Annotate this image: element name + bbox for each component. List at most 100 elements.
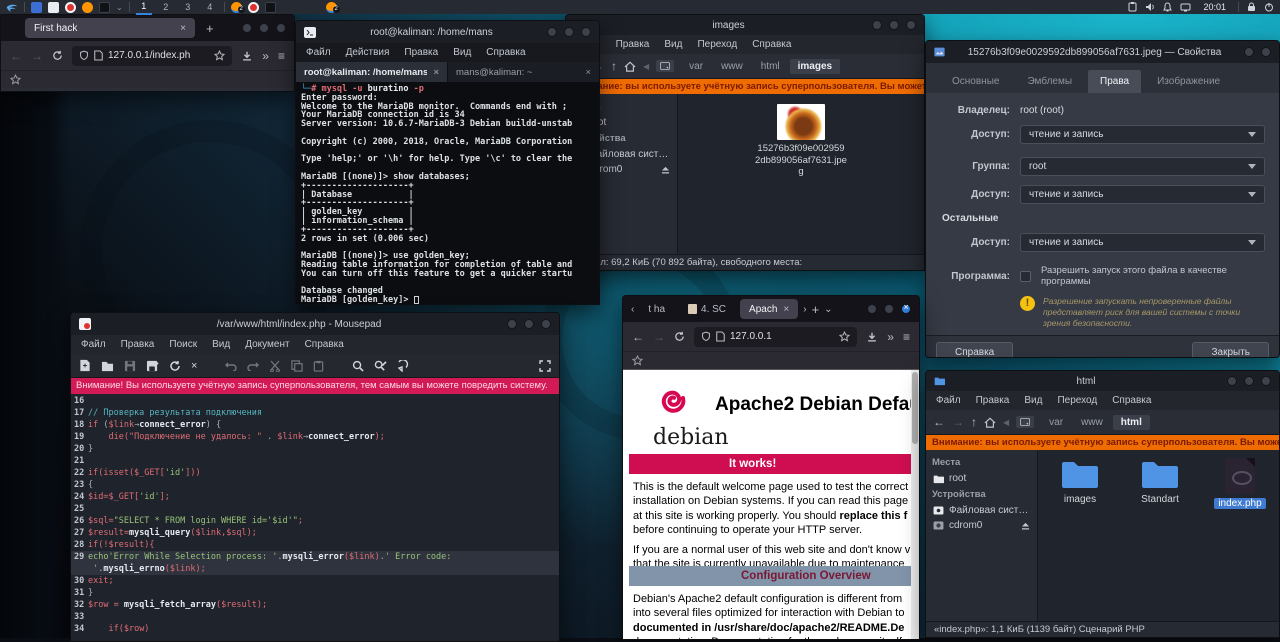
tab-close-icon[interactable]: × xyxy=(433,67,439,78)
extensions-overflow-icon[interactable]: » xyxy=(262,49,269,63)
minimize-button[interactable] xyxy=(867,304,877,314)
workspace-3[interactable]: 3 xyxy=(180,1,196,14)
sidebar-item-cdrom[interactable]: cdrom0 xyxy=(932,518,1031,533)
save-icon[interactable] xyxy=(124,360,136,372)
breadcrumb-item-www[interactable]: www xyxy=(713,59,751,74)
terminal-tab-inactive[interactable]: mans@kaliman: ~ × xyxy=(447,62,599,82)
device-icon[interactable] xyxy=(656,60,674,72)
new-tab-button[interactable]: + xyxy=(206,21,214,36)
url-bar[interactable]: 127.0.0.1 xyxy=(694,327,857,347)
folder-item-images[interactable]: images xyxy=(1048,458,1112,505)
terminal-tab-active[interactable]: root@kaliman: /home/mans × xyxy=(296,62,447,82)
eject-icon[interactable] xyxy=(1021,522,1030,530)
back-icon[interactable]: ← xyxy=(933,415,945,429)
workspace-4[interactable]: 4 xyxy=(202,1,218,14)
title-bar[interactable]: root@kaliman: /home/mans xyxy=(296,21,599,43)
scrollbar[interactable] xyxy=(911,370,919,639)
sidebar-item-filesystem[interactable]: Файловая сист… xyxy=(932,503,1031,518)
maximize-button[interactable] xyxy=(259,23,269,33)
paste-icon[interactable] xyxy=(313,360,324,372)
breadcrumb-item-html[interactable]: html xyxy=(1113,415,1150,430)
downloads-icon[interactable] xyxy=(866,331,878,343)
fullscreen-icon[interactable] xyxy=(539,360,551,372)
tab-image[interactable]: Изображение xyxy=(1145,70,1232,93)
code-editor[interactable]: 16 17// Проверка результата подключения1… xyxy=(71,394,559,641)
display-icon[interactable] xyxy=(1180,3,1191,12)
tab-general[interactable]: Основные xyxy=(940,70,1011,93)
clipboard-icon[interactable] xyxy=(1128,2,1137,12)
tab-close-icon[interactable]: × xyxy=(585,67,591,78)
breadcrumb-item-images[interactable]: images xyxy=(790,59,840,74)
history-chevron-icon[interactable]: ◀ xyxy=(1003,418,1009,427)
import-bookmarks-star-icon[interactable] xyxy=(10,74,21,85)
maximize-button[interactable] xyxy=(884,304,894,314)
menu-item[interactable]: Вид xyxy=(1024,395,1042,406)
copy-icon[interactable] xyxy=(291,360,303,372)
menu-item[interactable]: Файл xyxy=(936,395,961,406)
title-bar[interactable]: 15276b3f09e0029592db899056af7631.jpeg — … xyxy=(926,41,1279,63)
file-item-index-php-selected[interactable]: index.php xyxy=(1208,458,1272,509)
scrollbar-thumb[interactable] xyxy=(912,372,918,444)
group-access-select[interactable]: чтение и запись xyxy=(1020,185,1265,204)
browser-launcher-icon[interactable] xyxy=(67,4,74,11)
import-bookmarks-star-icon[interactable] xyxy=(632,355,643,366)
menu-item[interactable]: Справка xyxy=(752,39,791,50)
close-button[interactable] xyxy=(276,23,286,33)
menu-icon[interactable]: ≡ xyxy=(903,330,910,344)
text-editor-launcher-icon[interactable] xyxy=(48,2,59,13)
minimize-button[interactable] xyxy=(1227,376,1237,386)
taskbar-firefox2-icon[interactable]: 2 xyxy=(326,2,337,13)
find-icon[interactable] xyxy=(352,360,364,372)
menu-item[interactable]: Файл xyxy=(81,339,106,350)
menu-item[interactable]: Правка xyxy=(404,47,438,58)
browser-tab-apache-active[interactable]: Apach × xyxy=(740,299,798,319)
taskbar-firefox-icon[interactable]: 2 xyxy=(231,2,242,13)
page-info-icon[interactable] xyxy=(94,50,103,61)
url-bar[interactable]: 127.0.0.1/index.ph xyxy=(72,46,232,66)
eject-icon[interactable] xyxy=(661,166,670,174)
undo-icon[interactable] xyxy=(225,360,237,371)
open-file-icon[interactable] xyxy=(101,360,114,372)
bookmark-star-icon[interactable] xyxy=(214,50,225,61)
redo-icon[interactable] xyxy=(247,360,259,371)
menu-item[interactable]: Справка xyxy=(1112,395,1151,406)
clock[interactable]: 20:01 xyxy=(1203,2,1226,12)
breadcrumb-item-www[interactable]: www xyxy=(1073,415,1111,430)
file-item-jpeg[interactable]: 15276b3f09e0029592db899056af7631.jpeg xyxy=(755,104,847,178)
menu-item[interactable]: Правка xyxy=(616,39,650,50)
scroll-tabs-right-icon[interactable]: › xyxy=(803,304,806,315)
tab-close-icon[interactable]: × xyxy=(180,23,186,34)
menu-item[interactable]: Файл xyxy=(306,47,331,58)
browser-tab-pinned[interactable]: 4. SC xyxy=(679,299,735,319)
workspace-2[interactable]: 2 xyxy=(158,1,174,14)
back-icon[interactable]: ← xyxy=(10,49,22,63)
cut-icon[interactable] xyxy=(269,360,281,372)
extensions-overflow-icon[interactable]: » xyxy=(887,330,894,344)
menu-item[interactable]: Вид xyxy=(212,339,230,350)
menu-item[interactable]: Вид xyxy=(664,39,682,50)
help-button[interactable]: Справка xyxy=(936,342,1013,358)
up-icon[interactable]: ↑ xyxy=(611,59,617,73)
shield-icon[interactable] xyxy=(701,331,711,342)
reload-icon[interactable] xyxy=(674,331,685,342)
tab-emblems[interactable]: Эмблемы xyxy=(1015,70,1084,93)
history-chevron-icon[interactable]: ◀ xyxy=(643,62,649,71)
minimize-button[interactable] xyxy=(872,20,882,30)
volume-icon[interactable] xyxy=(1145,2,1155,12)
home-icon[interactable] xyxy=(624,61,636,72)
maximize-button[interactable] xyxy=(889,20,899,30)
menu-item[interactable]: Документ xyxy=(245,339,289,350)
minimize-button[interactable] xyxy=(1244,47,1254,57)
taskbar-editor-icon[interactable] xyxy=(250,4,257,11)
breadcrumb-item-var[interactable]: var xyxy=(1041,415,1071,430)
reload-file-icon[interactable] xyxy=(169,360,181,372)
breadcrumb-item-var[interactable]: var xyxy=(681,59,711,74)
file-manager-launcher-icon[interactable] xyxy=(31,2,42,13)
firefox-launcher-icon[interactable] xyxy=(82,2,93,13)
title-bar[interactable]: html xyxy=(926,371,1279,391)
browser-tab-first-hack[interactable]: First hack × xyxy=(25,18,195,38)
terminal-launcher-icon[interactable] xyxy=(99,2,110,13)
go-to-line-icon[interactable] xyxy=(397,360,409,372)
bookmark-star-icon[interactable] xyxy=(839,331,850,342)
title-bar[interactable]: /var/www/html/index.php - Mousepad xyxy=(71,313,559,335)
